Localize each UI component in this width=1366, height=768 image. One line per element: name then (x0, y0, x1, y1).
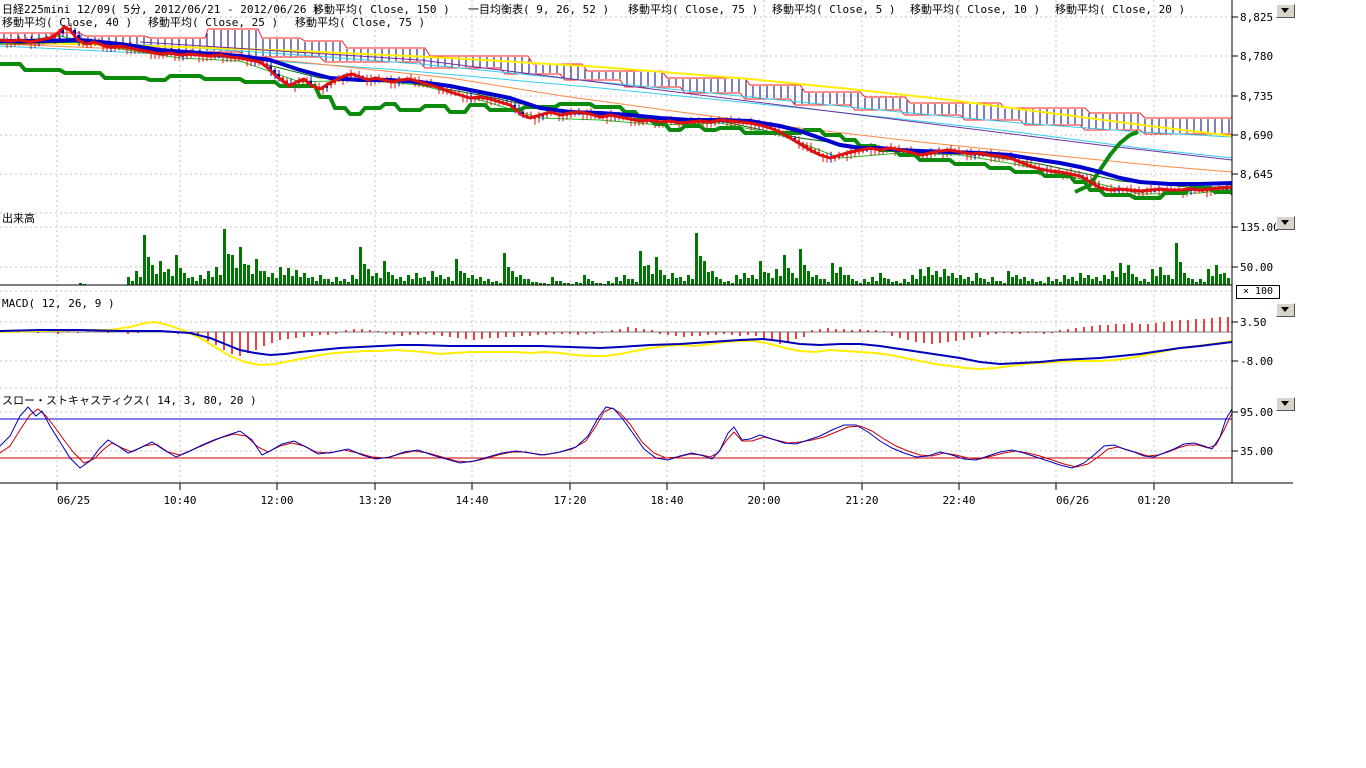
y-axis-tick-label: 8,825 (1240, 11, 1273, 24)
x-axis-tick-label: 22:40 (942, 494, 975, 507)
x-axis-tick-label: 06/25 (57, 494, 90, 507)
stochastics-panel-label: スロー・ストキャスティクス( 14, 3, 80, 20 ) (2, 392, 257, 408)
legend-item: 移動平均( Close, 40 ) (2, 14, 132, 30)
volume-multiplier-badge: × 100 (1236, 285, 1280, 299)
y-axis-tick-label: 95.00 (1240, 406, 1273, 419)
x-axis-tick-label: 12:00 (260, 494, 293, 507)
chevron-down-icon (1281, 307, 1289, 312)
x-axis-tick-label: 18:40 (650, 494, 683, 507)
legend-item: 移動平均( Close, 20 ) (1055, 1, 1185, 17)
legend-item: 移動平均( Close, 5 ) (772, 1, 895, 17)
y-axis-tick-label: 135.00 (1240, 221, 1280, 234)
x-axis-tick-label: 20:00 (747, 494, 780, 507)
axes (0, 0, 1293, 490)
y-axis-tick-label: 35.00 (1240, 445, 1273, 458)
price-scale-dropdown-button[interactable] (1276, 4, 1295, 18)
stochastics-panel (0, 407, 1232, 468)
macd-scale-dropdown-button[interactable] (1276, 303, 1295, 317)
chart-canvas (0, 0, 1310, 515)
legend-item: 移動平均( Close, 75 ) (295, 14, 425, 30)
y-axis-tick-label: 8,735 (1240, 90, 1273, 103)
x-axis-tick-label: 17:20 (553, 494, 586, 507)
volume-bars (0, 229, 1232, 285)
chevron-down-icon (1281, 220, 1289, 225)
volume-panel-label: 出来高 (2, 210, 35, 226)
x-axis-tick-label: 13:20 (358, 494, 391, 507)
stochastics-scale-dropdown-button[interactable] (1276, 397, 1295, 411)
x-axis-tick-label: 21:20 (845, 494, 878, 507)
legend-item: 一目均衡表( 9, 26, 52 ) (468, 1, 609, 17)
y-axis-tick-label: 8,645 (1240, 168, 1273, 181)
legend-item: 移動平均( Close, 10 ) (910, 1, 1040, 17)
x-axis-tick-label: 14:40 (455, 494, 488, 507)
x-axis-tick-label: 06/26 (1056, 494, 1089, 507)
y-axis-tick-label: -8.00 (1240, 355, 1273, 368)
legend-item: 移動平均( Close, 75 ) (628, 1, 758, 17)
legend-item: 移動平均( Close, 25 ) (148, 14, 278, 30)
volume-scale-dropdown-button[interactable] (1276, 216, 1295, 230)
chevron-down-icon (1281, 8, 1289, 13)
x-axis-tick-label: 10:40 (163, 494, 196, 507)
y-axis-tick-label: 50.00 (1240, 261, 1273, 274)
y-axis-tick-label: 8,690 (1240, 129, 1273, 142)
x-axis-tick-label: 01:20 (1137, 494, 1170, 507)
trading-chart-window: 日経225mini 12/09( 5分, 2012/06/21 - 2012/0… (0, 0, 1366, 768)
y-axis-tick-label: 8,780 (1240, 50, 1273, 63)
y-axis-tick-label: 3.50 (1240, 316, 1267, 329)
macd-panel-label: MACD( 12, 26, 9 ) (2, 297, 115, 310)
chevron-down-icon (1281, 401, 1289, 406)
